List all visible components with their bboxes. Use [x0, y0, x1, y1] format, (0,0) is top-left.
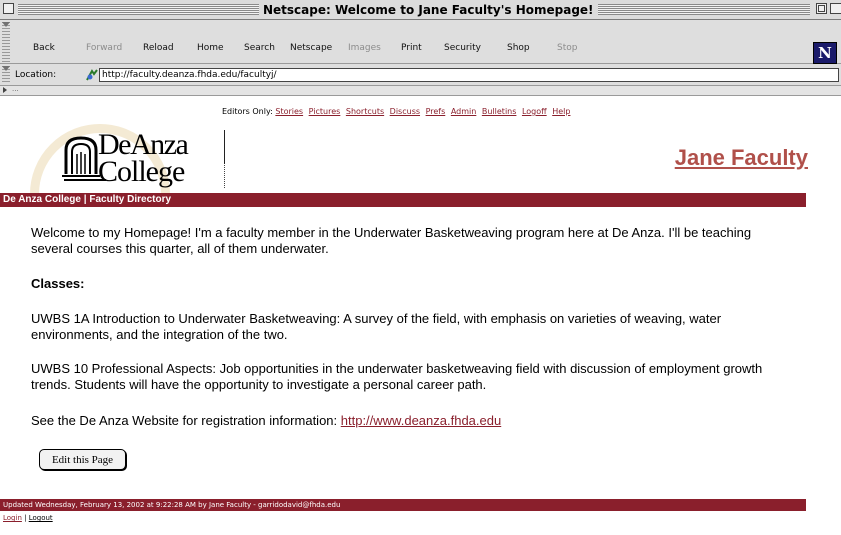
login-separator: | [21, 514, 29, 522]
faculty-name-heading[interactable]: Jane Faculty [675, 145, 808, 171]
editor-link-help[interactable]: Help [552, 107, 570, 116]
forward-button[interactable]: Forward [86, 43, 122, 53]
editors-only-nav: Editors Only: Stories Pictures Shortcuts… [222, 107, 573, 116]
de-anza-arch-logo-icon [62, 136, 100, 177]
footer-updated-bar: Updated Wednesday, February 13, 2002 at … [0, 499, 806, 511]
window-title-bar[interactable]: Netscape: Welcome to Jane Faculty's Home… [0, 0, 841, 20]
security-button[interactable]: Security [444, 43, 481, 53]
search-button[interactable]: Search [244, 43, 275, 53]
personal-toolbar-collapsed[interactable]: ... [0, 84, 841, 96]
title-bar-stripes-left [18, 4, 263, 15]
classes-heading: Classes: [31, 276, 85, 291]
shop-button[interactable]: Shop [507, 43, 530, 53]
edit-page-button[interactable]: Edit this Page [39, 449, 126, 470]
intro-paragraph: Welcome to my Homepage! I'm a faculty me… [31, 225, 752, 256]
toolbar-collapse-grip[interactable] [2, 22, 10, 62]
zoom-box[interactable] [816, 3, 827, 14]
netscape-button[interactable]: Netscape [290, 43, 332, 53]
location-label: Location: [15, 70, 57, 80]
editors-only-label: Editors Only: [222, 107, 273, 116]
logo-text-college: College [98, 155, 185, 188]
stop-button[interactable]: Stop [557, 43, 577, 53]
editor-link-stories[interactable]: Stories [275, 107, 303, 116]
netscape-logo[interactable]: N [813, 42, 837, 64]
expand-triangle-icon[interactable] [3, 87, 7, 93]
images-button[interactable]: Images [348, 43, 381, 53]
editor-link-pictures[interactable]: Pictures [309, 107, 341, 116]
reload-button[interactable]: Reload [143, 43, 174, 53]
editor-link-prefs[interactable]: Prefs [426, 107, 446, 116]
logo-underline [64, 179, 106, 181]
location-url-input[interactable] [99, 68, 839, 82]
navigation-toolbar: Back Forward Reload Home Search Netscape… [0, 20, 841, 64]
collapse-box[interactable] [830, 3, 841, 14]
title-bar-stripes-right [597, 4, 810, 15]
class-uwbs-1a: UWBS 1A Introduction to Underwater Baske… [31, 311, 722, 342]
window-title: Netscape: Welcome to Jane Faculty's Home… [259, 1, 598, 19]
page-content: Editors Only: Stories Pictures Shortcuts… [0, 96, 841, 535]
editor-link-bulletins[interactable]: Bulletins [482, 107, 517, 116]
location-bar: Location: [0, 64, 841, 86]
login-link[interactable]: Login [3, 514, 22, 522]
logout-link[interactable]: Logout [29, 514, 53, 522]
registration-paragraph: See the De Anza Website for registration… [31, 413, 771, 429]
logo-divider-solid [224, 130, 225, 164]
editor-link-discuss[interactable]: Discuss [390, 107, 420, 116]
editor-link-logoff[interactable]: Logoff [522, 107, 547, 116]
personal-toolbar-dots: ... [12, 84, 19, 93]
faculty-directory-bar: De Anza College | Faculty Directory [0, 193, 806, 207]
class-uwbs-10: UWBS 10 Professional Aspects: Job opport… [31, 361, 763, 392]
print-button[interactable]: Print [401, 43, 422, 53]
back-button[interactable]: Back [33, 43, 55, 53]
login-links: Login | Logout [3, 514, 53, 522]
home-button[interactable]: Home [197, 43, 224, 53]
registration-text: See the De Anza Website for registration… [31, 413, 341, 428]
deanza-website-link[interactable]: http://www.deanza.fhda.edu [341, 413, 501, 428]
location-bar-collapse-grip[interactable] [2, 66, 10, 84]
editor-link-shortcuts[interactable]: Shortcuts [346, 107, 384, 116]
editor-link-admin[interactable]: Admin [451, 107, 477, 116]
close-box[interactable] [3, 3, 14, 14]
page-proxy-icon[interactable] [85, 68, 99, 82]
